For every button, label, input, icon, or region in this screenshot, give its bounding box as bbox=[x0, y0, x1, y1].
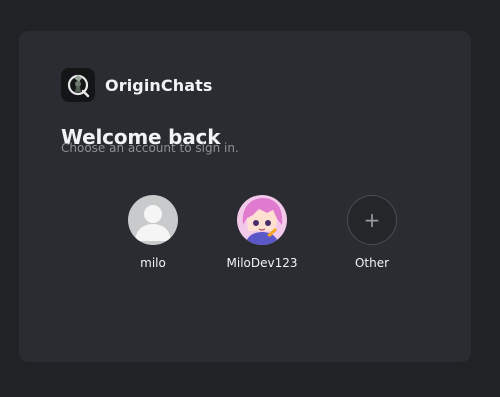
plus-icon[interactable]: + bbox=[347, 195, 397, 245]
page-subtitle: Choose an account to sign in. bbox=[61, 141, 239, 155]
anime-avatar-image[interactable] bbox=[237, 195, 287, 245]
brand-header: OriginChats bbox=[61, 68, 213, 102]
account-milo[interactable]: milo bbox=[108, 195, 198, 270]
app-logo-icon bbox=[61, 68, 95, 102]
account-label: Other bbox=[354, 256, 390, 270]
app-name: OriginChats bbox=[105, 75, 213, 95]
default-user-icon[interactable] bbox=[128, 195, 178, 245]
account-list: milo MiloDev123 + Other bbox=[108, 195, 397, 285]
account-label: MiloDev123 bbox=[226, 256, 298, 270]
account-milodev123[interactable]: MiloDev123 bbox=[217, 195, 307, 270]
account-label: milo bbox=[140, 256, 166, 270]
account-other[interactable]: + Other bbox=[327, 195, 417, 270]
sign-in-card: OriginChats Welcome back Choose an accou… bbox=[19, 31, 471, 362]
